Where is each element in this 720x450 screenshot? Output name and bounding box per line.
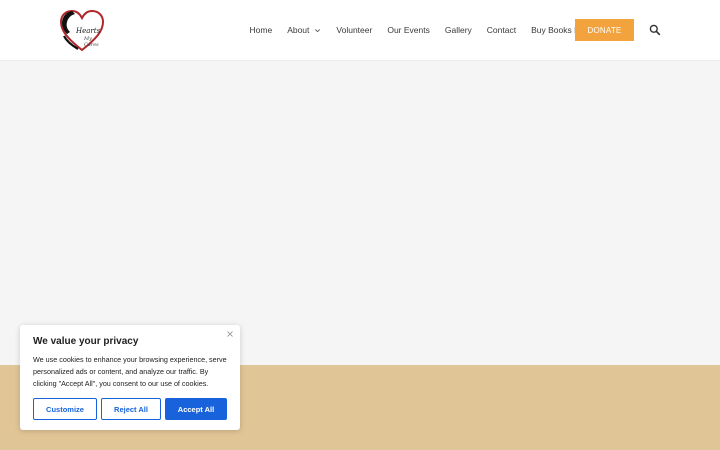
- site-logo[interactable]: Hearts My Cares: [58, 6, 106, 54]
- nav-item-about[interactable]: About: [280, 25, 329, 35]
- nav-item-label: About: [287, 25, 310, 35]
- nav-item-label: Contact: [486, 25, 517, 35]
- nav-item-our-events[interactable]: Our Events: [380, 25, 438, 35]
- nav-item-home[interactable]: Home: [242, 25, 280, 35]
- cookie-consent-banner: We value your privacy We use cookies to …: [20, 325, 240, 430]
- nav-item-contact[interactable]: Contact: [479, 25, 523, 35]
- close-icon[interactable]: [227, 331, 233, 337]
- logo-text-secondary: My Cares: [84, 36, 99, 48]
- nav-item-label: Gallery: [444, 25, 472, 35]
- nav-item-label: Our Events: [387, 25, 430, 35]
- customize-button[interactable]: Customize: [33, 398, 97, 420]
- hero-section: [0, 60, 720, 365]
- accept-all-button[interactable]: Accept All: [165, 398, 227, 420]
- nav-item-volunteer[interactable]: Volunteer: [329, 25, 380, 35]
- chevron-down-icon: [314, 27, 321, 34]
- search-icon[interactable]: [649, 24, 661, 36]
- nav-item-gallery[interactable]: Gallery: [437, 25, 479, 35]
- donate-button[interactable]: DONATE: [575, 19, 634, 41]
- cookie-title: We value your privacy: [33, 336, 139, 347]
- site-header: Hearts My Cares Home About Volunteer Our…: [0, 0, 720, 60]
- cookie-description: We use cookies to enhance your browsing …: [33, 355, 227, 388]
- reject-all-button[interactable]: Reject All: [101, 398, 161, 420]
- nav-item-label: Volunteer: [336, 25, 373, 35]
- main-nav: Home About Volunteer Our Events Gallery …: [242, 0, 600, 60]
- logo-text-primary: Hearts: [76, 27, 101, 35]
- nav-item-label: Home: [249, 25, 273, 35]
